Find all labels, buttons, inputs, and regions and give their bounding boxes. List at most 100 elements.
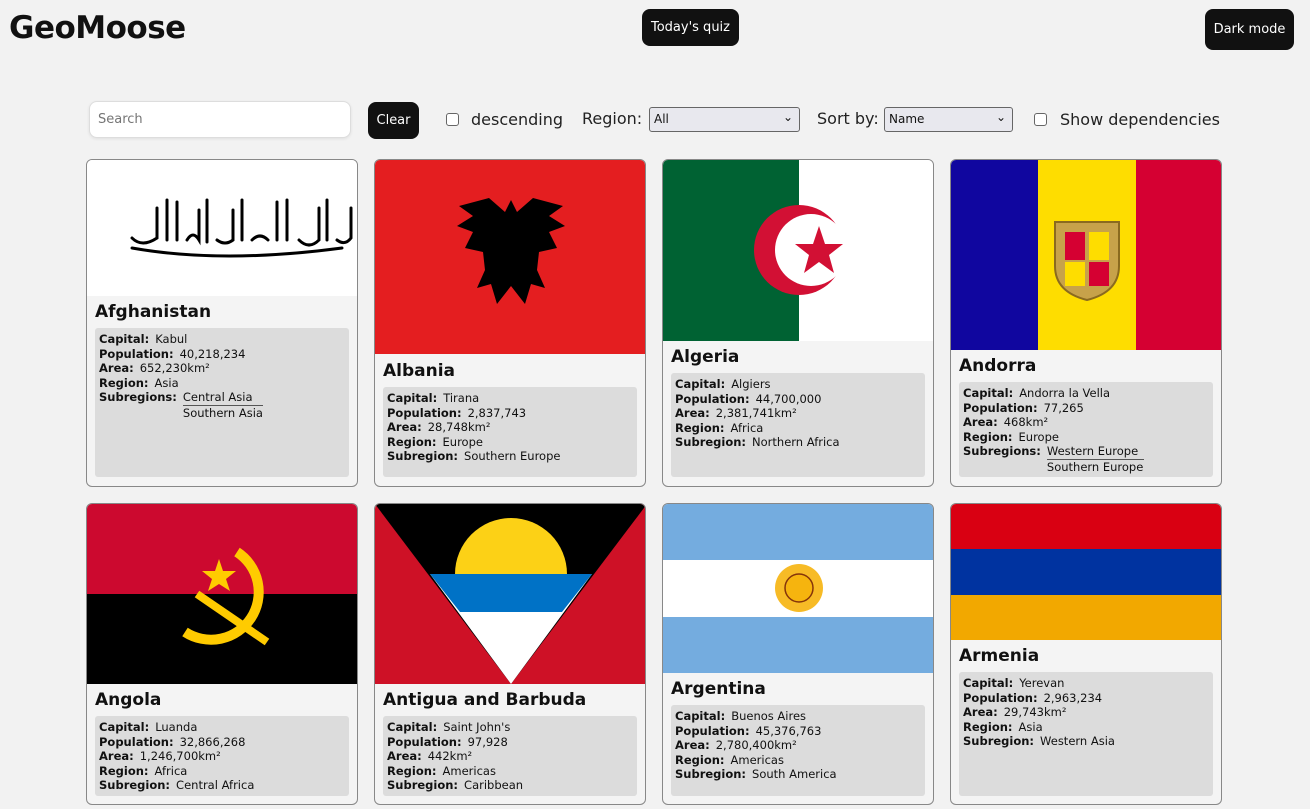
region-label: Region: [387, 763, 437, 778]
subregions-label: Subregions: [99, 390, 177, 404]
subregions-label: Subregions: [963, 444, 1041, 458]
region-label: Region: [387, 434, 437, 449]
subregion-value: Southern Asia [182, 405, 263, 420]
population-value: 77,265 [1043, 400, 1084, 415]
country-name: Angola [95, 690, 162, 710]
dark-mode-button[interactable]: Dark mode [1205, 9, 1294, 50]
descending-checkbox[interactable] [446, 113, 459, 126]
area-value: 2,780,400km² [715, 738, 797, 752]
show-dependencies-checkbox[interactable] [1034, 113, 1047, 126]
capital-value: Buenos Aires [731, 709, 807, 723]
area-label: Area: [963, 415, 998, 429]
country-info: Capital: Buenos Aires Population: 45,376,7… [671, 705, 925, 796]
population-label: Population: [99, 346, 174, 361]
population-value: 44,700,000 [755, 391, 822, 406]
country-info: Capital: Algiers Population: 44,700,000 Ar… [671, 373, 925, 477]
region-select-value: All [654, 112, 669, 126]
subregion-label: Subregion: [387, 449, 459, 463]
flag-angola-image [87, 504, 357, 684]
capital-value: Yerevan [1019, 676, 1065, 690]
sort-select-value: Name [889, 112, 925, 126]
capital-label: Capital: [963, 386, 1014, 400]
area-label: Area: [963, 705, 998, 719]
region-value: Europe [442, 434, 483, 449]
sort-label: Sort by: [817, 109, 879, 128]
flag-argentina-image [663, 504, 933, 673]
area-value: 29,743km² [1003, 705, 1067, 719]
search-input[interactable] [89, 101, 351, 138]
area-value: 468km² [1003, 415, 1049, 429]
chevron-down-icon: ⌄ [995, 110, 1006, 124]
subregion-value: Southern Europe [464, 449, 561, 463]
region-label: Region: [675, 420, 725, 435]
clear-button[interactable]: Clear [368, 102, 419, 139]
region-value: Europe [1018, 429, 1059, 444]
flag-antigua-and-barbuda-image [375, 504, 645, 684]
area-label: Area: [675, 738, 710, 752]
subregion-value: Northern Africa [752, 435, 840, 449]
flag-armenia-image [951, 504, 1221, 640]
subregion-value: Central Africa [176, 778, 255, 792]
chevron-down-icon: ⌄ [782, 110, 793, 124]
country-card-argentina[interactable]: Argentina Capital: Buenos Aires Populatio… [662, 503, 934, 805]
area-value: 652,230km² [139, 361, 210, 375]
country-name: Albania [383, 361, 456, 381]
subregion-value: Caribbean [464, 778, 524, 792]
country-card-algeria[interactable]: Algeria Capital: Algiers Population: 44,70… [662, 159, 934, 487]
region-value: Americas [442, 763, 496, 778]
todays-quiz-button[interactable]: Today's quiz [642, 9, 739, 46]
subregion-label: Subregion: [963, 734, 1035, 748]
capital-label: Capital: [387, 720, 438, 734]
region-select[interactable]: All ⌄ [649, 107, 800, 132]
region-value: Americas [730, 752, 784, 767]
area-label: Area: [387, 420, 422, 434]
population-value: 97,928 [467, 734, 508, 749]
country-info: Capital: Tirana Population: 2,837,743 Area… [383, 387, 637, 477]
filter-toolbar: Clear descending Region: All ⌄ Sort by: … [0, 101, 1310, 141]
descending-label: descending [471, 110, 564, 129]
population-value: 2,837,743 [467, 405, 527, 420]
population-label: Population: [963, 400, 1038, 415]
capital-label: Capital: [963, 676, 1014, 690]
population-value: 45,376,763 [755, 723, 822, 738]
capital-value: Luanda [155, 720, 198, 734]
population-label: Population: [675, 723, 750, 738]
country-info: Capital: Luanda Population: 32,866,268 Are… [95, 716, 349, 796]
region-value: Africa [154, 763, 188, 778]
region-label: Region: [99, 763, 149, 778]
capital-label: Capital: [675, 709, 726, 723]
flag-andorra-image [951, 160, 1221, 350]
country-name: Armenia [959, 646, 1040, 666]
population-label: Population: [387, 734, 462, 749]
population-value: 32,866,268 [179, 734, 246, 749]
capital-label: Capital: [99, 720, 150, 734]
country-info: Capital: Kabul Population: 40,218,234 Area… [95, 328, 349, 477]
area-label: Area: [387, 749, 422, 763]
country-name: Antigua and Barbuda [383, 690, 587, 710]
area-label: Area: [99, 749, 134, 763]
country-card-albania[interactable]: Albania Capital: Tirana Population: 2,837,… [374, 159, 646, 487]
country-card-andorra[interactable]: Andorra Capital: Andorra la Vella Populat… [950, 159, 1222, 487]
region-label: Region: [675, 752, 725, 767]
region-label: Region: [963, 429, 1013, 444]
subregion-value: Western Asia [1040, 734, 1115, 748]
subregion-label: Subregion: [387, 778, 459, 792]
subregion-value: Central Asia [182, 390, 263, 406]
country-name: Andorra [959, 356, 1037, 376]
country-card-armenia[interactable]: Armenia Capital: Yerevan Population: 2,963… [950, 503, 1222, 805]
country-name: Argentina [671, 679, 766, 699]
area-value: 2,381,741km² [715, 406, 797, 420]
region-value: Africa [730, 420, 764, 435]
capital-label: Capital: [675, 377, 726, 391]
country-card-angola[interactable]: Angola Capital: Luanda Population: 32,866,… [86, 503, 358, 805]
region-value: Asia [154, 375, 179, 390]
country-info: Capital: Saint John's Population: 97,928 A… [383, 716, 637, 796]
sort-select[interactable]: Name ⌄ [884, 107, 1013, 132]
area-value: 442km² [427, 749, 473, 763]
area-value: 28,748km² [427, 420, 491, 434]
country-card-antigua-and-barbuda[interactable]: Antigua and Barbuda Capital: Saint John's… [374, 503, 646, 805]
area-label: Area: [99, 361, 134, 375]
flag-algeria-image [663, 160, 933, 341]
country-card-afghanistan[interactable]: Afghanistan Capital: Kabul Population: 40,… [86, 159, 358, 487]
region-label: Region: [99, 375, 149, 390]
